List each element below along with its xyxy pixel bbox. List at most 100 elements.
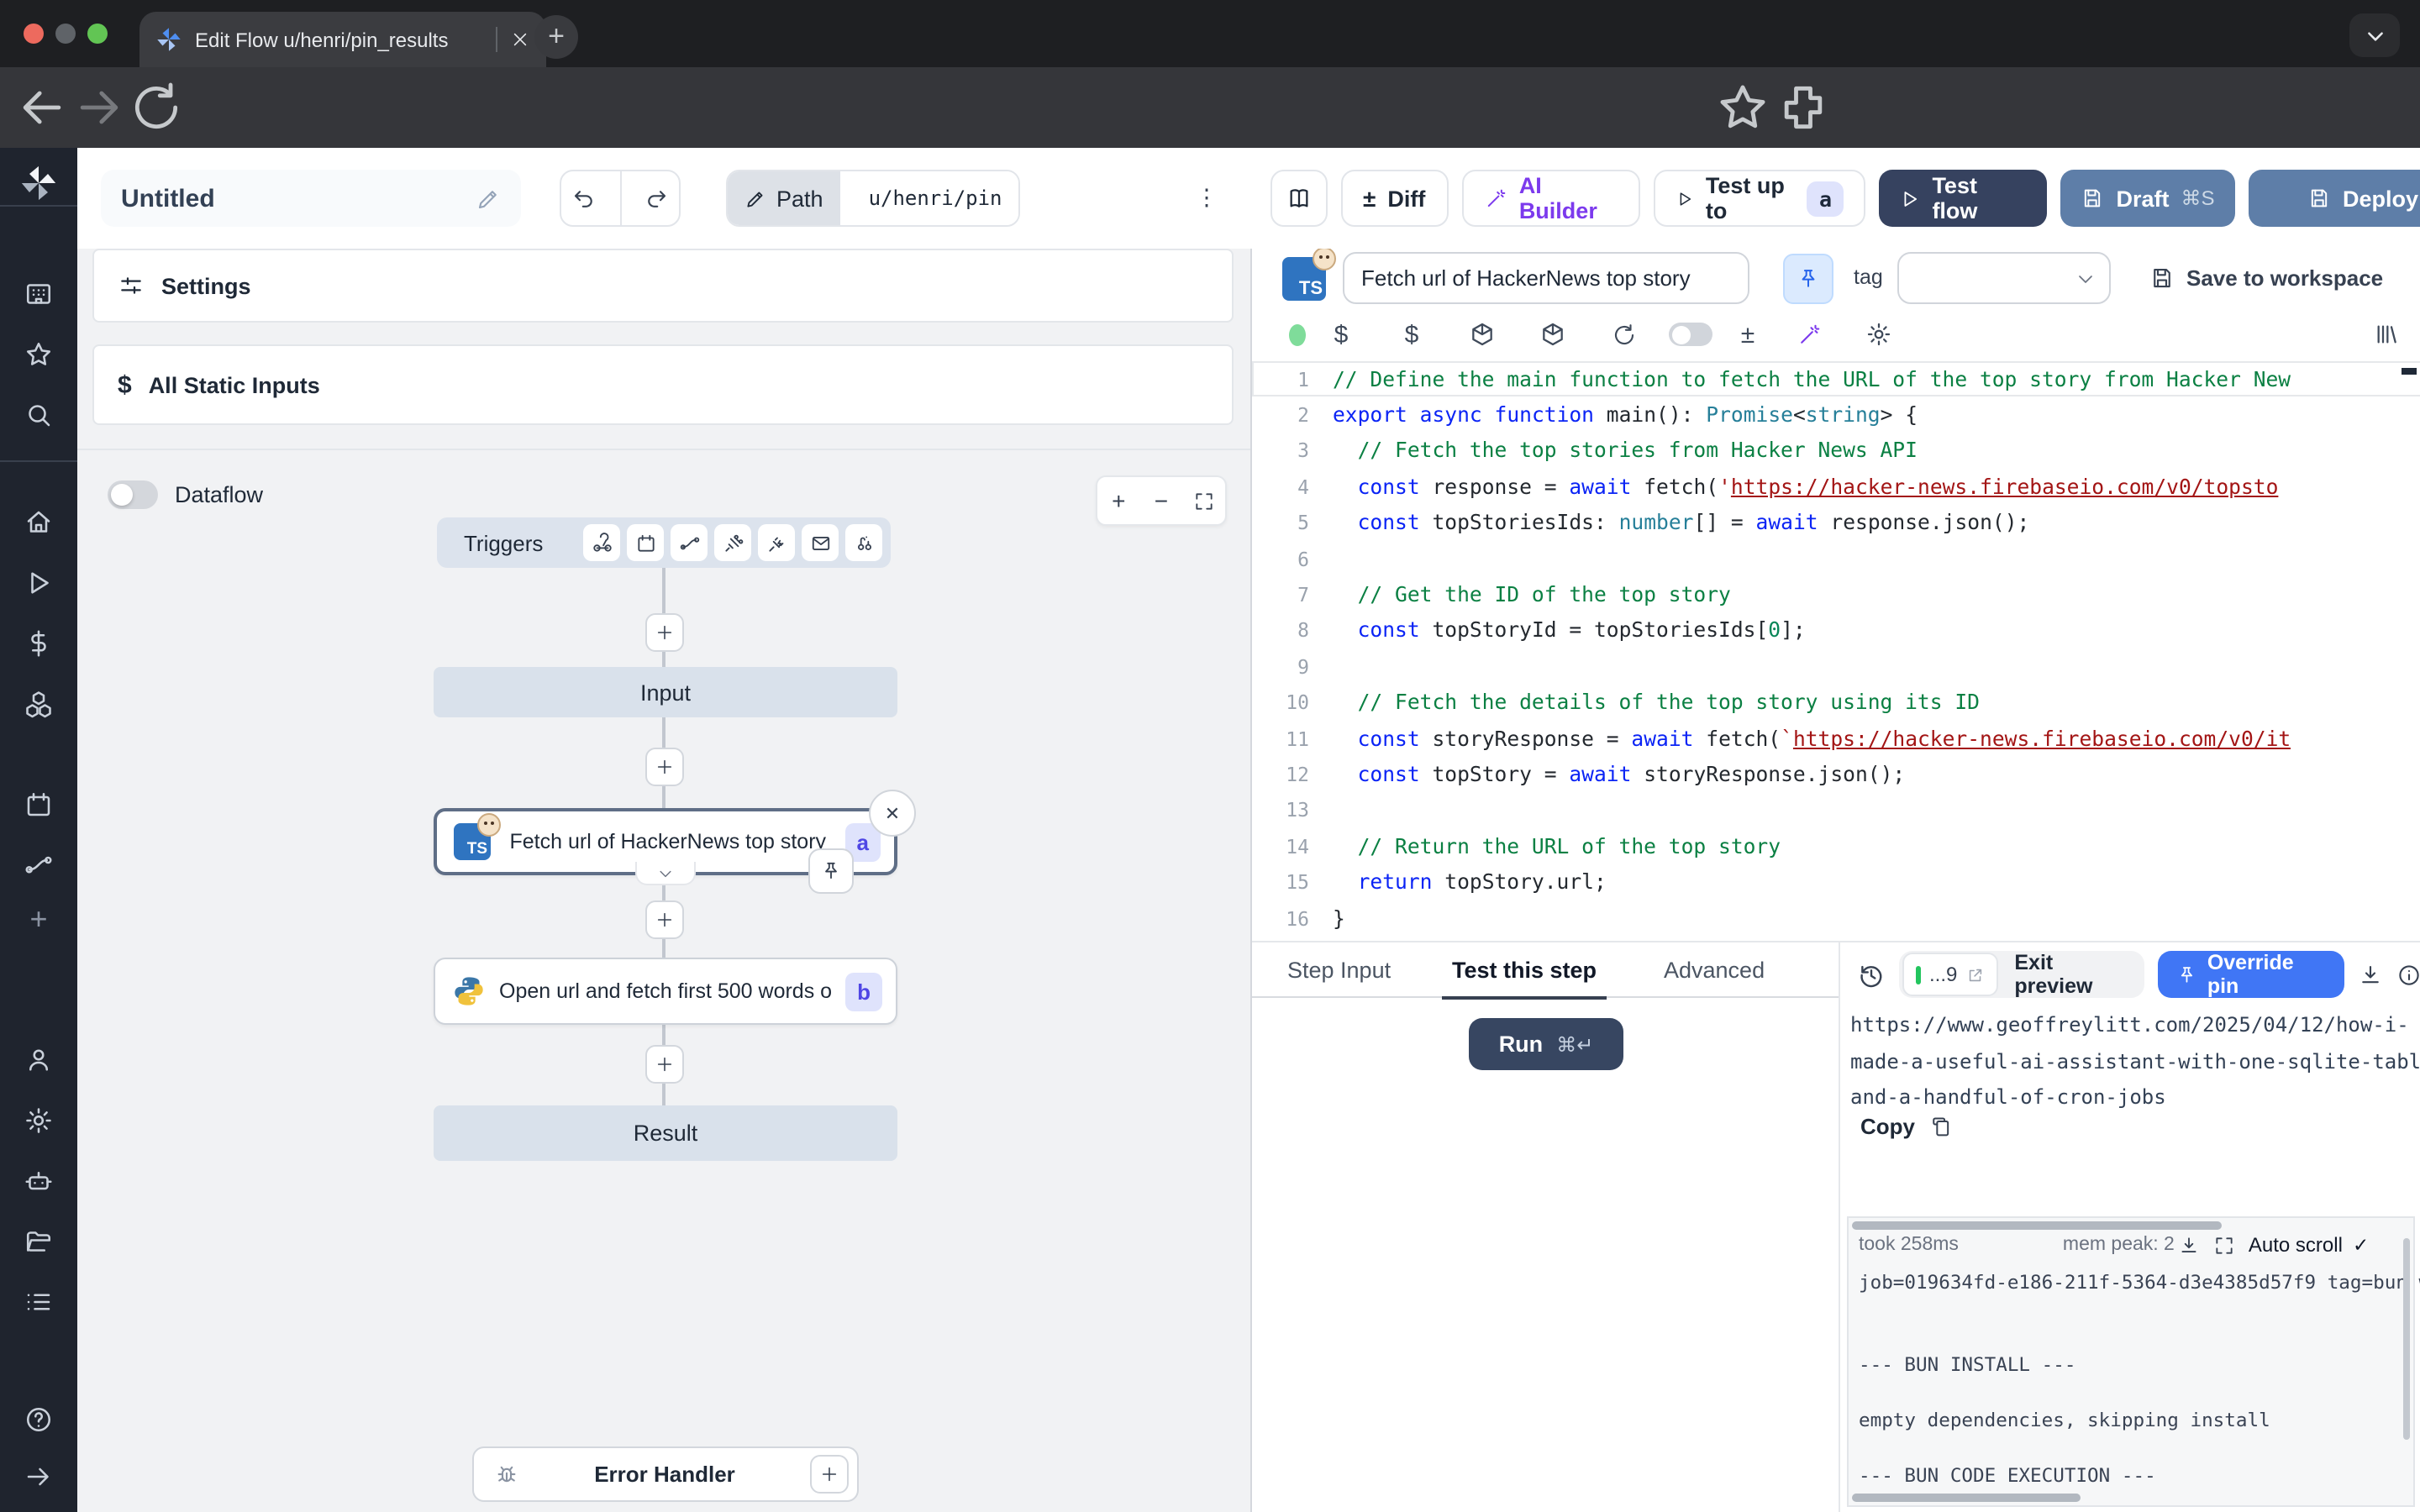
new-tab-button[interactable]: + xyxy=(534,15,578,59)
editor-settings-button[interactable] xyxy=(1864,319,1894,349)
webhook-trigger-icon[interactable] xyxy=(583,524,620,561)
external-link-icon[interactable] xyxy=(1965,965,1984,984)
sidebar-item-users[interactable] xyxy=(24,1045,54,1075)
collapse-step-chevron[interactable] xyxy=(635,862,696,885)
job-id-badge[interactable]: ...9 xyxy=(1902,953,1997,996)
tab-step-input[interactable]: Step Input xyxy=(1287,941,1391,998)
extensions-button[interactable] xyxy=(1775,79,1832,136)
static-inputs-bar[interactable]: $ All Static Inputs xyxy=(92,344,1234,425)
history-button[interactable] xyxy=(1857,960,1886,989)
pin-toggle-button[interactable] xyxy=(1783,254,1833,304)
diff-editor-button[interactable]: ± xyxy=(1733,319,1763,349)
zoom-out-button[interactable]: − xyxy=(1140,477,1183,524)
postgres-trigger-icon[interactable] xyxy=(758,524,795,561)
deploy-button[interactable]: Deploy xyxy=(2249,170,2420,227)
route-trigger-icon[interactable] xyxy=(671,524,708,561)
websocket-trigger-icon[interactable] xyxy=(714,524,751,561)
override-pin-button[interactable]: Override pin xyxy=(2158,951,2344,998)
edit-pencil-icon[interactable] xyxy=(476,186,501,211)
zoom-in-button[interactable]: + xyxy=(1097,477,1140,524)
window-close-button[interactable] xyxy=(24,24,44,44)
window-zoom-button[interactable] xyxy=(87,24,108,44)
remove-step-button[interactable]: ✕ xyxy=(869,790,916,837)
result-node[interactable]: Result xyxy=(434,1105,897,1161)
dataflow-toggle[interactable] xyxy=(108,480,158,509)
sidebar-item-workers[interactable] xyxy=(24,1166,54,1196)
test-flow-button[interactable]: Test flow xyxy=(1879,170,2047,227)
ai-assist-button[interactable] xyxy=(1793,319,1823,349)
windmill-logo-icon[interactable] xyxy=(20,165,57,202)
docs-button[interactable] xyxy=(1270,170,1328,227)
sidebar-item-apps[interactable] xyxy=(24,279,54,309)
triggers-node[interactable]: Triggers xyxy=(437,517,891,568)
pinned-indicator-button[interactable] xyxy=(808,848,854,894)
log-scrollbar-bottom[interactable] xyxy=(1852,1494,2081,1502)
package-button-1[interactable] xyxy=(1467,319,1497,349)
more-options-button[interactable]: ⋮ xyxy=(1186,170,1227,227)
add-step-button-2[interactable] xyxy=(645,748,684,786)
result-info-button[interactable] xyxy=(2396,962,2420,987)
code-editor[interactable]: 1// Define the main function to fetch th… xyxy=(1252,361,2420,941)
log-scrollbar-right[interactable] xyxy=(2403,1238,2410,1440)
bookmark-button[interactable] xyxy=(1714,79,1771,136)
auto-scroll-label[interactable]: Auto scroll xyxy=(2249,1233,2343,1257)
draft-button[interactable]: Draft ⌘S xyxy=(2060,170,2235,227)
sidebar-item-schedules[interactable] xyxy=(24,790,54,820)
package-button-2[interactable] xyxy=(1538,319,1568,349)
log-expand-button[interactable] xyxy=(2213,1234,2235,1256)
email-trigger-icon[interactable] xyxy=(802,524,839,561)
tab-advanced[interactable]: Advanced xyxy=(1664,941,1765,998)
test-up-to-button[interactable]: Test up to a xyxy=(1654,170,1865,227)
run-button[interactable]: Run ⌘↵ xyxy=(1469,1018,1623,1070)
sidebar-item-resources[interactable] xyxy=(24,689,54,719)
step-node-a[interactable]: TS Fetch url of HackerNews top story a ✕ xyxy=(434,808,897,875)
path-button[interactable]: Path u/henri/pin xyxy=(726,170,1021,227)
kafka-trigger-icon[interactable] xyxy=(845,524,882,561)
download-result-button[interactable] xyxy=(2358,962,2383,987)
add-step-button-1[interactable] xyxy=(645,613,684,652)
reset-button[interactable] xyxy=(1608,319,1639,349)
add-error-handler-button[interactable] xyxy=(810,1455,849,1494)
browser-tab[interactable]: Edit Flow u/henri/pin_results xyxy=(139,12,546,67)
sidebar-item-variables[interactable] xyxy=(24,628,54,659)
undo-button[interactable] xyxy=(561,186,608,211)
step-node-b[interactable]: Open url and fetch first 500 words of ..… xyxy=(434,958,897,1025)
sidebar-item-favorites[interactable] xyxy=(24,339,54,370)
save-to-workspace-button[interactable]: Save to workspace xyxy=(2149,252,2383,304)
input-node[interactable]: Input xyxy=(434,667,897,717)
ai-builder-button[interactable]: AI Builder xyxy=(1462,170,1640,227)
step-name-input[interactable]: Fetch url of HackerNews top story xyxy=(1343,252,1749,304)
sidebar-item-help[interactable] xyxy=(24,1404,54,1435)
sidebar-item-settings[interactable] xyxy=(24,1105,54,1136)
sidebar-item-search[interactable] xyxy=(24,400,54,430)
log-download-button[interactable] xyxy=(2178,1234,2200,1256)
tab-search-button[interactable] xyxy=(2349,13,2400,57)
flow-name-field[interactable]: Untitled xyxy=(101,170,521,227)
exit-preview-button[interactable]: Exit preview xyxy=(2001,951,2141,998)
forward-button[interactable] xyxy=(71,79,128,136)
schedule-trigger-icon[interactable] xyxy=(627,524,664,561)
add-step-button-3[interactable] xyxy=(645,900,684,939)
sidebar-item-add[interactable]: + xyxy=(24,904,54,934)
library-button[interactable] xyxy=(2371,319,2402,349)
tag-select[interactable] xyxy=(1897,252,2111,304)
sidebar-item-runs[interactable] xyxy=(24,568,54,598)
back-button[interactable] xyxy=(13,79,71,136)
fit-view-button[interactable] xyxy=(1182,477,1225,524)
tab-close-icon[interactable] xyxy=(511,30,529,49)
variables-button[interactable]: $ xyxy=(1326,319,1356,349)
sidebar-item-audit-logs[interactable] xyxy=(24,1287,54,1317)
sidebar-item-home[interactable] xyxy=(24,507,54,538)
auto-scroll-check-icon[interactable]: ✓ xyxy=(2353,1233,2369,1257)
flow-settings-bar[interactable]: Settings xyxy=(92,249,1234,323)
diff-button[interactable]: ± Diff xyxy=(1341,170,1449,227)
add-step-button-4[interactable] xyxy=(645,1045,684,1084)
redo-button[interactable] xyxy=(633,186,679,211)
sidebar-item-folders[interactable] xyxy=(24,1226,54,1257)
sidebar-item-flows[interactable] xyxy=(24,850,54,880)
window-minimize-button[interactable] xyxy=(55,24,76,44)
diff-mode-toggle[interactable] xyxy=(1669,319,1712,349)
resources-button[interactable]: $ xyxy=(1397,319,1427,349)
sidebar-collapse-icon[interactable] xyxy=(24,1462,54,1492)
tab-test-this-step[interactable]: Test this step xyxy=(1452,941,1597,998)
